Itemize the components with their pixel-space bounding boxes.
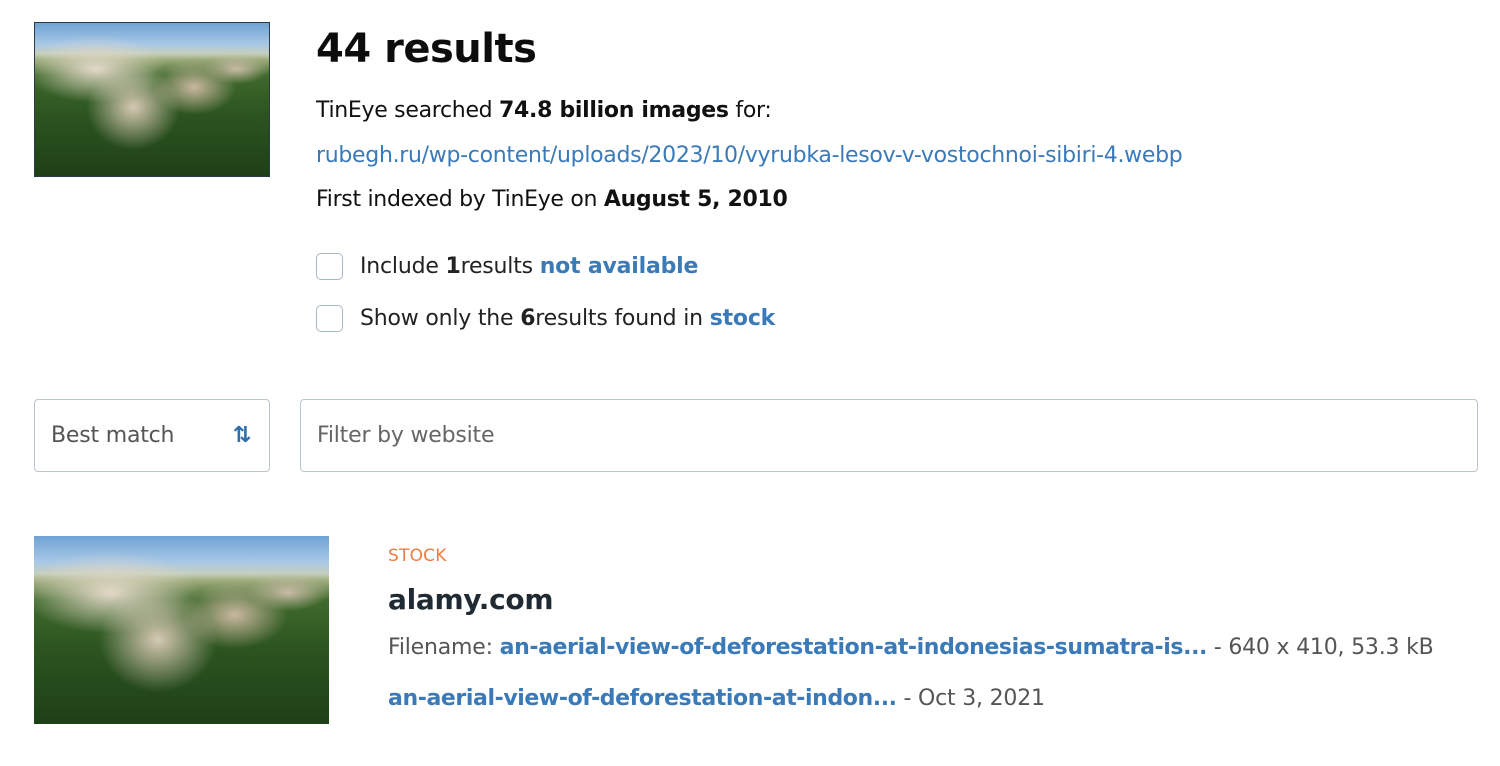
result-dimensions: - 640 x 410, 53.3 kB	[1207, 635, 1434, 660]
include-middle: results	[460, 254, 534, 279]
filename-label: Filename:	[388, 635, 500, 660]
result-thumbnail[interactable]	[34, 536, 329, 724]
stock-only-checkbox[interactable]	[316, 305, 343, 332]
stock-badge: STOCK	[388, 546, 447, 566]
stock-middle: results found in	[535, 306, 703, 331]
sort-arrows-icon: ⇅	[232, 423, 251, 448]
stock-prefix: Show only the	[360, 306, 514, 331]
first-indexed-prefix: First indexed by TinEye on	[316, 187, 604, 212]
stock-link[interactable]: stock	[710, 306, 776, 331]
sort-select[interactable]: Best match ⇅	[34, 399, 270, 472]
result-filename-row: Filename: an-aerial-view-of-deforestatio…	[388, 635, 1434, 660]
result-date: - Oct 3, 2021	[896, 686, 1045, 711]
include-prefix: Include	[360, 254, 439, 279]
result-page-link[interactable]: an-aerial-view-of-deforestation-at-indon…	[388, 686, 897, 711]
query-image-url-row: rubegh.ru/wp-content/uploads/2023/10/vyr…	[316, 143, 1183, 168]
searched-count: 74.8 billion images	[499, 98, 729, 123]
first-indexed-row: First indexed by TinEye on August 5, 201…	[316, 187, 788, 212]
searched-suffix: for:	[728, 98, 772, 123]
stock-count: 6	[520, 306, 536, 331]
first-indexed-date: August 5, 2010	[603, 187, 788, 212]
filename-link[interactable]: an-aerial-view-of-deforestation-at-indon…	[500, 635, 1208, 660]
query-image-thumbnail[interactable]	[34, 22, 270, 177]
filter-by-website-input[interactable]	[300, 399, 1478, 472]
query-image	[35, 23, 269, 176]
include-unavailable-row: Include 1 results not available	[316, 253, 698, 280]
result-domain[interactable]: alamy.com	[388, 583, 554, 616]
not-available-link[interactable]: not available	[540, 254, 699, 279]
include-count: 1	[445, 254, 461, 279]
results-count-title: 44 results	[316, 26, 537, 72]
include-unavailable-checkbox[interactable]	[316, 253, 343, 280]
searched-prefix: TinEye searched	[316, 98, 500, 123]
result-image	[34, 536, 329, 724]
sort-label: Best match	[51, 423, 175, 448]
stock-only-row: Show only the 6 results found in stock	[316, 305, 775, 332]
searched-summary: TinEye searched 74.8 billion images for:	[316, 98, 772, 123]
query-image-url-link[interactable]: rubegh.ru/wp-content/uploads/2023/10/vyr…	[316, 143, 1183, 168]
result-page-row: an-aerial-view-of-deforestation-at-indon…	[388, 686, 1045, 711]
